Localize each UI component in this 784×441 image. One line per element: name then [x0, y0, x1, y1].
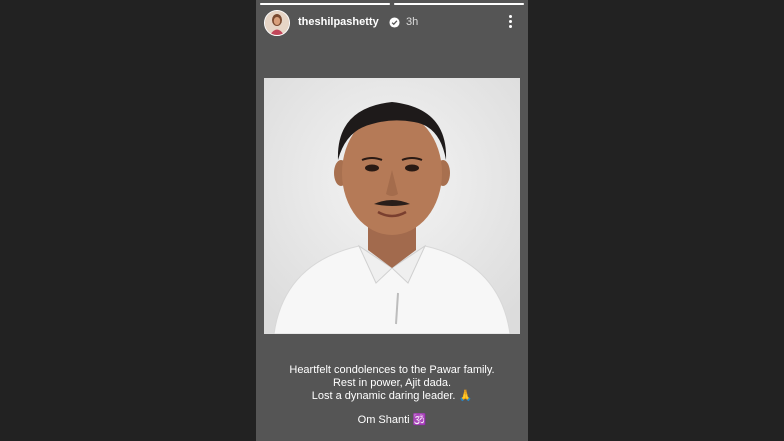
portrait-image — [264, 78, 520, 334]
caption-line-2: Rest in power, Ajit dada. — [332, 377, 451, 389]
progress-bar-1 — [260, 3, 390, 5]
progress-fill-1 — [260, 3, 390, 5]
story-photo — [264, 78, 520, 334]
more-options-icon[interactable] — [504, 13, 516, 31]
username[interactable]: theshilpashetty — [298, 16, 379, 28]
story-viewer[interactable]: theshilpashetty 3h Heartfelt condolences… — [256, 0, 528, 441]
avatar[interactable] — [264, 10, 290, 36]
caption-line-1: Heartfelt condolences to the Pawar famil… — [289, 364, 495, 376]
caption-line-3: Lost a dynamic daring leader. 🙏 — [311, 390, 473, 402]
progress-fill-2 — [394, 3, 524, 5]
caption-line-4: Om Shanti 🕉️ — [357, 414, 427, 426]
progress-bar-2 — [394, 3, 524, 5]
verified-badge-icon — [389, 17, 400, 28]
post-time: 3h — [406, 16, 419, 28]
story-header: theshilpashetty 3h — [264, 10, 520, 36]
